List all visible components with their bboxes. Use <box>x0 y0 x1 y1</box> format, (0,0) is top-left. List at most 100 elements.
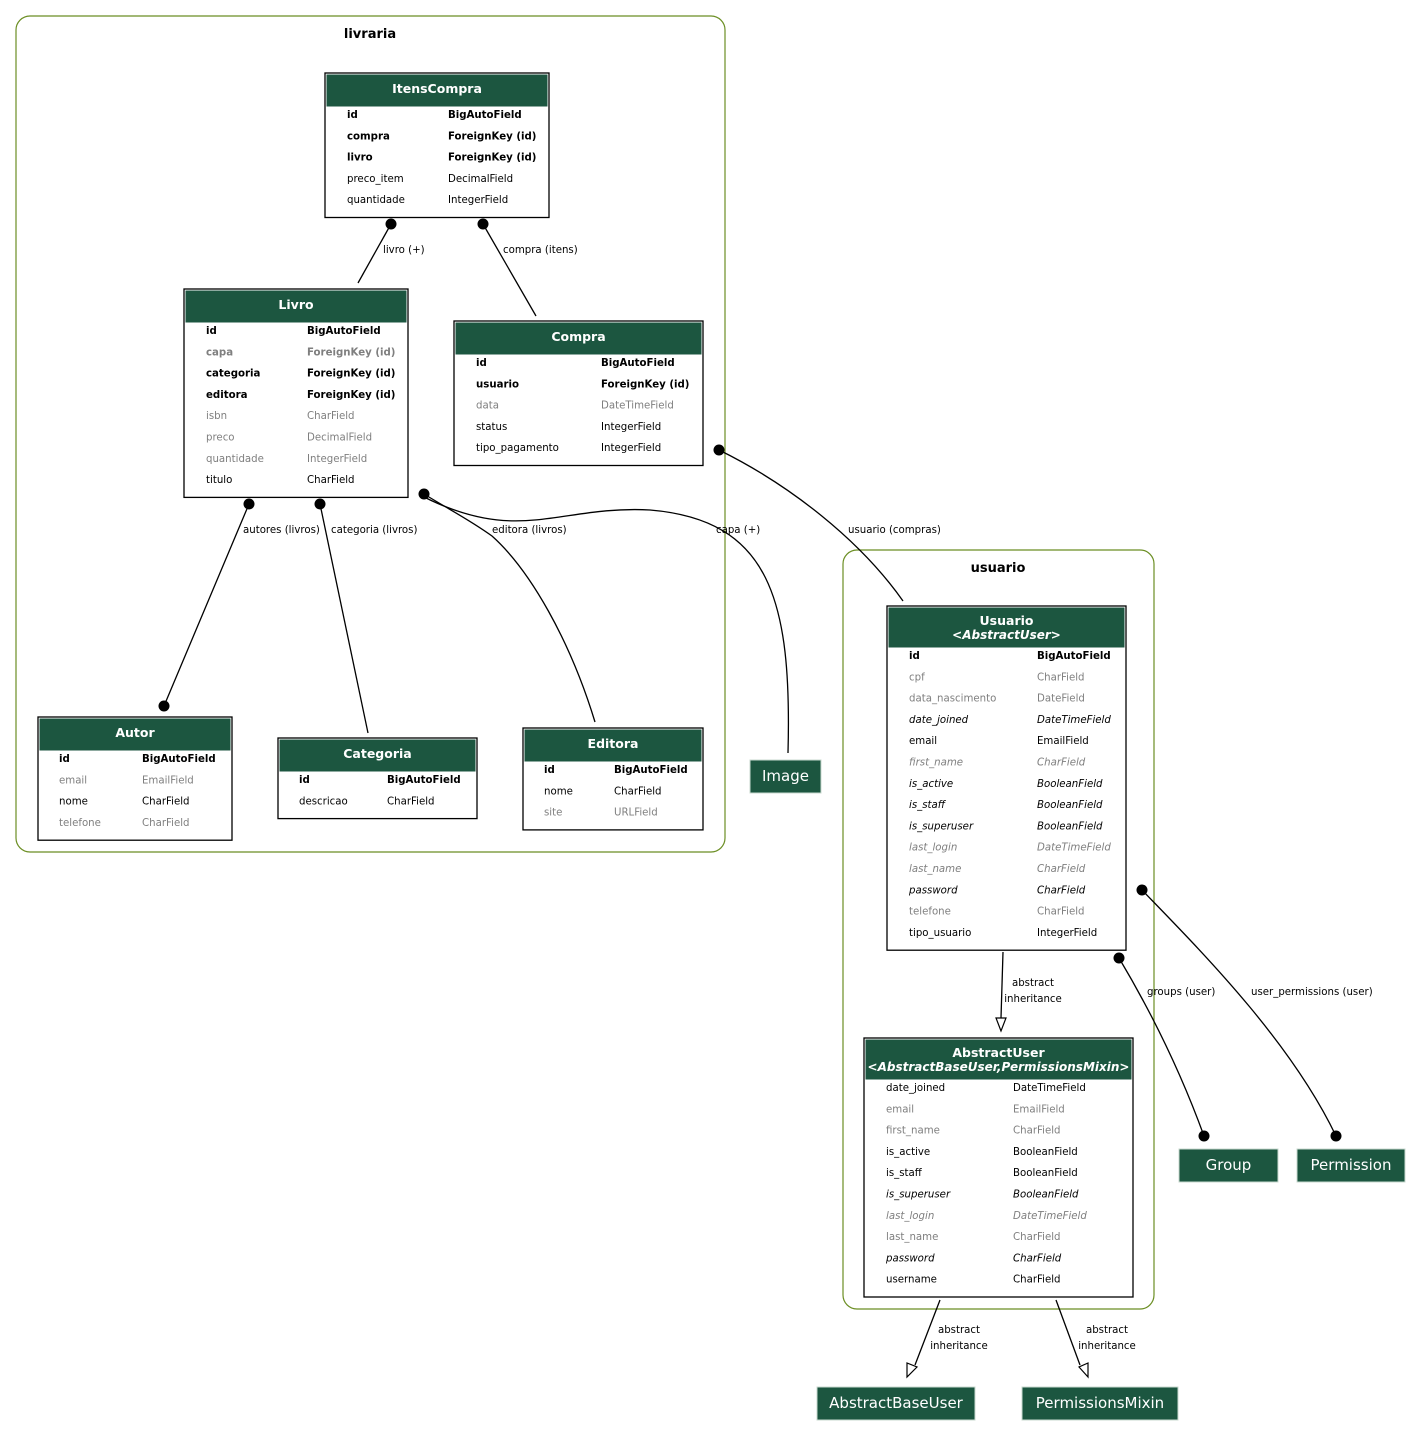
field-type: CharField <box>1037 672 1085 683</box>
field-name: descricao <box>299 796 348 807</box>
external-model-permissionsmixin[interactable]: PermissionsMixin <box>1021 1386 1179 1421</box>
field-name: id <box>909 651 920 662</box>
edge-label: editora (livros) <box>492 525 567 536</box>
edge-line <box>1141 889 1337 1137</box>
field-name: livro <box>347 153 373 164</box>
model-autor[interactable]: Autor id BigAutoField email EmailField nome Ch… <box>37 716 233 841</box>
edge-abstractuser-abstractbaseuser: abstract inheritance <box>906 1299 988 1379</box>
edge-label: abstract <box>938 1325 980 1336</box>
field-name: is_staff <box>886 1168 923 1179</box>
field-type: CharField <box>142 818 190 829</box>
field-type: BigAutoField <box>387 775 461 786</box>
external-model-label: Permission <box>1311 1156 1392 1174</box>
field-name: status <box>476 422 507 433</box>
model-title: Compra <box>551 329 605 344</box>
field-type: EmailField <box>1013 1104 1065 1115</box>
field-type: ForeignKey (id) <box>307 390 395 401</box>
model-usuario[interactable]: Usuario<AbstractUser> id BigAutoField cpf Ch… <box>886 605 1127 951</box>
edge-label: abstract <box>1086 1325 1128 1336</box>
field-name: username <box>886 1275 937 1286</box>
external-model-abstractbaseuser[interactable]: AbstractBaseUser <box>816 1386 976 1421</box>
relation-end-dot-icon <box>418 488 430 500</box>
relation-end-dot-icon <box>158 700 170 712</box>
field-type: CharField <box>307 411 355 422</box>
model-compra[interactable]: Compra id BigAutoField usuario ForeignKey (i… <box>453 320 704 467</box>
field-name: email <box>59 775 87 786</box>
model-title: AbstractUser <box>952 1045 1045 1060</box>
field-name: last_login <box>909 843 957 854</box>
field-name: id <box>347 110 358 121</box>
model-categoria[interactable]: Categoria id BigAutoField descricao CharFiel… <box>277 737 478 820</box>
field-name: compra <box>347 131 390 142</box>
field-name: editora <box>206 390 248 401</box>
field-name: email <box>909 736 937 747</box>
external-model-group[interactable]: Group <box>1178 1148 1279 1183</box>
field-name: nome <box>544 786 573 797</box>
relation-end-dot-icon <box>1330 1130 1342 1142</box>
relation-end-dot-icon <box>243 498 255 510</box>
field-type: DateTimeField <box>1037 715 1111 726</box>
relation-end-dot-icon <box>1198 1130 1210 1142</box>
model-editora[interactable]: Editora id BigAutoField nome CharField site UR… <box>522 727 704 831</box>
inheritance-arrow-icon <box>995 1017 1007 1033</box>
model-abstractuser[interactable]: AbstractUser<AbstractBaseUser,Permission… <box>863 1037 1134 1298</box>
field-name: password <box>908 885 958 896</box>
field-name: quantidade <box>206 454 264 465</box>
field-type: DateTimeField <box>601 401 674 412</box>
edge-itenscompra-livro: livro (+) <box>357 218 425 284</box>
model-title: ItensCompra <box>392 81 482 96</box>
edge-line <box>914 1299 941 1366</box>
field-name: is_active <box>886 1147 930 1158</box>
edge-label: autores (livros) <box>243 525 320 536</box>
edge-itenscompra-compra: compra (itens) <box>477 218 578 317</box>
edge-label: groups (user) <box>1147 987 1215 998</box>
field-type: BigAutoField <box>142 754 216 765</box>
field-type: BigAutoField <box>448 110 522 121</box>
field-type: CharField <box>1037 758 1086 769</box>
cluster-label: usuario <box>971 561 1026 576</box>
field-name: date_joined <box>909 715 969 726</box>
model-title: Livro <box>278 297 314 312</box>
edge-line <box>1000 951 1004 1019</box>
field-type: BigAutoField <box>1037 651 1111 662</box>
edge-label: abstract <box>1012 978 1054 989</box>
model-itenscompra[interactable]: ItensCompra id BigAutoField compra ForeignKe… <box>324 72 550 219</box>
field-type: ForeignKey (id) <box>601 379 689 390</box>
edge-usuario-permission: user_permissions (user) <box>1136 884 1373 1142</box>
field-type: URLField <box>614 808 658 819</box>
field-name: last_login <box>886 1211 934 1222</box>
model-title: Categoria <box>343 746 411 761</box>
relation-end-dot-icon <box>1136 884 1148 896</box>
field-name: is_superuser <box>909 821 974 832</box>
field-type: BooleanField <box>1037 821 1103 832</box>
field-type: BooleanField <box>1013 1190 1079 1201</box>
external-model-label: Group <box>1206 1156 1252 1174</box>
field-type: EmailField <box>142 775 194 786</box>
field-name: preco <box>206 433 235 444</box>
field-type: IntegerField <box>601 422 661 433</box>
external-model-image[interactable]: Image <box>749 759 822 794</box>
field-type: DecimalField <box>448 174 513 185</box>
field-name: telefone <box>909 907 951 918</box>
field-name: password <box>885 1253 935 1264</box>
edge-label: inheritance <box>1004 994 1062 1005</box>
field-name: quantidade <box>347 195 405 206</box>
edge-compra-usuario: usuario (compras) <box>713 444 941 602</box>
edge-label: user_permissions (user) <box>1251 987 1373 998</box>
field-type: CharField <box>307 475 355 486</box>
field-name: id <box>476 358 487 369</box>
field-name: is_superuser <box>886 1190 951 1201</box>
field-name: last_name <box>909 864 961 875</box>
inheritance-arrow-icon <box>1078 1362 1089 1379</box>
edge-livro-categoria: categoria (livros) <box>314 498 417 734</box>
field-type: BooleanField <box>1037 800 1103 811</box>
field-name: id <box>544 765 555 776</box>
field-type: BooleanField <box>1013 1147 1078 1158</box>
field-name: tipo_usuario <box>909 928 971 939</box>
field-type: EmailField <box>1037 736 1089 747</box>
external-model-label: PermissionsMixin <box>1036 1394 1164 1412</box>
field-name: id <box>206 326 217 337</box>
field-type: CharField <box>1013 1126 1061 1137</box>
external-model-permission[interactable]: Permission <box>1296 1148 1406 1183</box>
model-livro[interactable]: Livro id BigAutoField capa ForeignKey (id) ca… <box>183 288 409 499</box>
